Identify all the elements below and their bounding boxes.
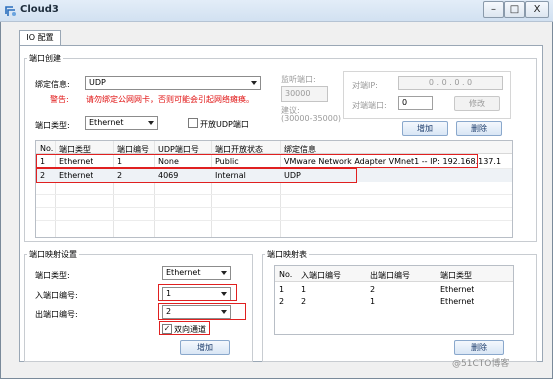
row-divider	[36, 194, 512, 195]
delete-port-button[interactable]: 删除	[456, 121, 502, 136]
in-port-highlight	[158, 284, 237, 301]
watermark: @51CTO博客	[452, 359, 510, 369]
suggest-range: (30000-35000)	[281, 114, 342, 123]
warning-prefix: 警告:	[50, 95, 69, 104]
chevron-down-icon	[251, 81, 257, 85]
mapping-header-no: No.	[279, 270, 293, 279]
row-2-highlight	[36, 168, 357, 183]
close-button[interactable]: X	[525, 1, 549, 18]
row-divider	[36, 220, 512, 221]
title-bar[interactable]	[0, 0, 553, 22]
table-row[interactable]: 1 1 2 Ethernet	[275, 284, 513, 296]
peer-ip-label: 对端IP:	[352, 81, 378, 90]
port-table-header	[36, 141, 512, 154]
add-port-button[interactable]: 增加	[402, 121, 448, 136]
bind-info-value: UDP	[89, 78, 106, 87]
mapping-table-title: 端口映射表	[265, 249, 309, 260]
peer-port-input[interactable]: 0	[398, 96, 433, 110]
mapping-row-in: 1	[301, 285, 307, 294]
mapping-row-no: 2	[279, 297, 285, 306]
mapping-table: No. 入端口编号 出端口编号 端口类型 1 1 2 Ethernet 2 2 …	[274, 265, 514, 335]
chevron-down-icon	[148, 121, 154, 125]
minimize-button[interactable]: –	[483, 1, 504, 18]
listen-port-label: 监听端口:	[281, 75, 316, 84]
mapping-row-type: Ethernet	[440, 297, 475, 306]
bind-info-select[interactable]: UDP	[85, 76, 261, 90]
port-table-header-no: No.	[40, 144, 54, 153]
port-type-value: Ethernet	[89, 118, 124, 127]
mapping-header-type: 端口类型	[440, 271, 472, 280]
maximize-button[interactable]: □	[504, 1, 525, 18]
out-port-highlight	[158, 303, 246, 320]
port-create-title: 端口创建	[27, 53, 63, 64]
window-title: Cloud3	[20, 4, 59, 15]
tab-io-config[interactable]: IO 配置	[19, 30, 61, 45]
port-type-label: 端口类型:	[35, 121, 70, 130]
row-divider	[36, 207, 512, 208]
mapping-settings-title: 端口映射设置	[27, 249, 79, 260]
chevron-down-icon	[221, 271, 227, 275]
delete-mapping-button[interactable]: 删除	[454, 340, 504, 355]
modify-button[interactable]: 修改	[454, 96, 500, 111]
in-port-label: 入端口编号:	[35, 291, 78, 300]
port-type-select[interactable]: Ethernet	[85, 116, 158, 130]
mapping-row-out: 1	[370, 297, 376, 306]
mapping-port-type-value: Ethernet	[166, 268, 201, 277]
open-udp-label: 开放UDP端口	[200, 120, 249, 129]
mapping-row-type: Ethernet	[440, 285, 475, 294]
table-row[interactable]: 2 2 1 Ethernet	[275, 296, 513, 308]
bind-info-label: 绑定信息:	[35, 80, 70, 89]
add-mapping-button[interactable]: 增加	[180, 340, 230, 355]
peer-port-label: 对端端口:	[352, 101, 387, 110]
mapping-row-in: 2	[301, 297, 307, 306]
mapping-row-no: 1	[279, 285, 285, 294]
mapping-port-type-select[interactable]: Ethernet	[162, 266, 231, 280]
mapping-header-in: 入端口编号	[301, 271, 341, 280]
peer-ip-input[interactable]: 0 . 0 . 0 . 0	[398, 76, 503, 90]
open-udp-checkbox[interactable]	[188, 118, 198, 128]
warning-text: 请勿绑定公网网卡，否则可能会引起网络瘫痪。	[86, 95, 254, 104]
mapping-row-out: 2	[370, 285, 376, 294]
row-1-highlight	[36, 154, 478, 168]
mapping-port-type-label: 端口类型:	[35, 271, 70, 280]
bidirectional-highlight	[159, 321, 210, 335]
listen-port-input[interactable]: 30000	[281, 86, 328, 102]
mapping-header-out: 出端口编号	[370, 271, 410, 280]
cloud-app-icon	[4, 4, 17, 17]
out-port-label: 出端口编号:	[35, 310, 78, 319]
